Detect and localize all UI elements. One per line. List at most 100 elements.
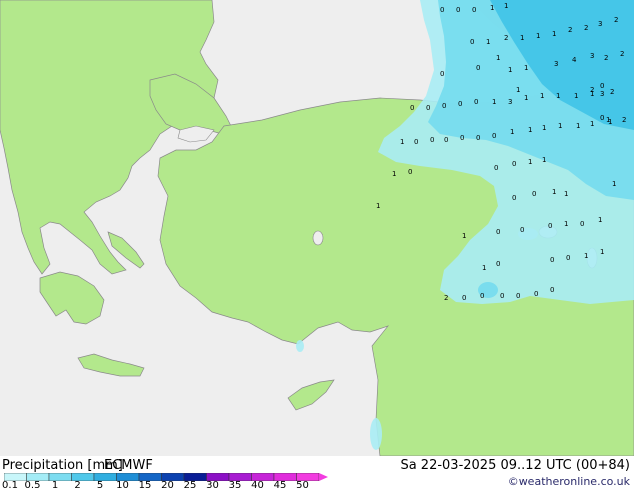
legend-footer: Precipitation [mm] ECMWF Sa 22-03-2025 0… bbox=[0, 456, 634, 491]
precip-value-label: 0 bbox=[444, 136, 448, 144]
precip-value-label: 1 bbox=[392, 170, 396, 178]
scale-tick-label: 1 bbox=[51, 480, 59, 491]
credit-link[interactable]: ©weatheronline.co.uk bbox=[508, 475, 630, 488]
precip-value-label: 0 bbox=[550, 286, 554, 294]
scale-tick-label: 0.1 bbox=[2, 480, 18, 491]
precip-value-label: 0 bbox=[512, 194, 516, 202]
precip-value-label: 1 bbox=[400, 138, 404, 146]
precip-value-label: 2 bbox=[584, 24, 588, 32]
model-name: ECMWF bbox=[104, 458, 153, 473]
precip-value-label: 0 bbox=[460, 134, 464, 142]
precip-value-label: 1 bbox=[536, 32, 540, 40]
precip-value-label: 0 bbox=[456, 6, 460, 14]
scale-tick-label: 0.5 bbox=[24, 480, 41, 491]
precip-value-label: 1 bbox=[576, 122, 580, 130]
scale-arrow bbox=[319, 473, 328, 481]
precip-value-label: 1 bbox=[584, 252, 588, 260]
precip-value-label: 2 bbox=[444, 294, 448, 302]
precip-value-label: 0 bbox=[496, 228, 500, 236]
precip-value-label: 0 bbox=[548, 222, 552, 230]
precip-value-label: 0 bbox=[408, 168, 412, 176]
precip-value-label: 1 bbox=[574, 92, 578, 100]
precip-value-label: 1 bbox=[564, 190, 568, 198]
precip-value-label: 0 bbox=[470, 38, 474, 46]
precip-value-label: 0 bbox=[496, 260, 500, 268]
precip-value-label: 2 bbox=[622, 116, 626, 124]
precip-value-label: 2 bbox=[610, 88, 614, 96]
precip-value-label: 1 bbox=[496, 54, 500, 62]
scale-tick-label: 10 bbox=[116, 480, 129, 491]
valid-datetime: Sa 22-03-2025 09..12 UTC (00+84) bbox=[400, 458, 630, 473]
precip-value-label: 0 bbox=[462, 294, 466, 302]
precip-value-label: 1 bbox=[552, 30, 556, 38]
precip-value-label: 1 bbox=[564, 220, 568, 228]
precip-value-label: 0 bbox=[566, 254, 570, 262]
precip-value-label: 0 bbox=[442, 102, 446, 110]
precip-value-label: 1 bbox=[524, 94, 528, 102]
precip-value-label: 0 bbox=[580, 220, 584, 228]
precip-value-label: 1 bbox=[556, 92, 560, 100]
precip-patch bbox=[296, 340, 304, 352]
precip-value-label: 0 bbox=[520, 226, 524, 234]
precip-value-label: 1 bbox=[558, 122, 562, 130]
precip-value-label: 0 bbox=[426, 104, 430, 112]
precip-value-label: 1 bbox=[508, 66, 512, 74]
precip-value-label: 0 bbox=[600, 114, 604, 122]
precip-value-label: 1 bbox=[542, 124, 546, 132]
precip-value-label: 4 bbox=[572, 56, 577, 64]
precip-value-label: 1 bbox=[608, 118, 612, 126]
precip-value-label: 0 bbox=[0, 0, 4, 2]
precip-value-label: 0 bbox=[500, 292, 504, 300]
precip-value-label: 0 bbox=[472, 6, 476, 14]
scale-tick-label: 5 bbox=[96, 480, 104, 491]
precip-value-label: 0 bbox=[430, 136, 434, 144]
precip-value-label: 1 bbox=[510, 128, 514, 136]
precip-value-label: 3 bbox=[508, 98, 512, 106]
precip-value-label: 1 bbox=[540, 92, 544, 100]
precip-value-label: 0 bbox=[494, 164, 498, 172]
precip-value-label: 2 bbox=[568, 26, 572, 34]
precip-value-label: 1 bbox=[528, 126, 532, 134]
scale-tick-label: 20 bbox=[161, 480, 174, 491]
precip-value-label: 1 bbox=[462, 232, 466, 240]
precip-value-label: 0 bbox=[532, 190, 536, 198]
precip-value-label: 1 bbox=[492, 98, 496, 106]
scale-tick-label: 50 bbox=[296, 480, 309, 491]
precip-value-label: 1 bbox=[482, 264, 486, 272]
precip-value-label: 0 bbox=[476, 64, 480, 72]
precip-value-label: 3 bbox=[554, 60, 558, 68]
precip-value-label: 1 bbox=[598, 216, 602, 224]
scale-tick-label: 25 bbox=[183, 480, 197, 491]
precip-value-label: 0 bbox=[476, 134, 480, 142]
scale-tick-label: 15 bbox=[138, 480, 152, 491]
precip-value-label: 1 bbox=[590, 120, 594, 128]
scale-tick-label: 30 bbox=[206, 480, 219, 491]
precip-value-label: 1 bbox=[528, 158, 532, 166]
precip-value-label: 1 bbox=[504, 2, 508, 10]
precip-value-label: 0 bbox=[440, 6, 444, 14]
precip-value-label: 1 bbox=[376, 202, 380, 210]
precip-value-label: 1 bbox=[552, 188, 556, 196]
scale-tick-label: 40 bbox=[251, 480, 264, 491]
lake-tuz bbox=[312, 230, 324, 246]
precip-value-label: 1 bbox=[486, 38, 490, 46]
precip-value-label: 1 bbox=[516, 86, 520, 94]
precip-value-label: 0 bbox=[458, 100, 462, 108]
precip-value-label: 0 bbox=[534, 290, 538, 298]
precip-value-label: 0 bbox=[480, 292, 484, 300]
precip-value-label: 0 bbox=[516, 292, 520, 300]
precip-value-label: 0 bbox=[474, 98, 478, 106]
precip-patch bbox=[370, 418, 382, 450]
precip-value-label: 1 bbox=[524, 64, 528, 72]
precip-value-label: 1 bbox=[600, 248, 604, 256]
precip-value-label: 0 bbox=[492, 132, 496, 140]
scale-tick-label: 35 bbox=[228, 480, 242, 491]
precip-value-label: 2 bbox=[504, 34, 508, 42]
precip-value-label: 2 bbox=[620, 50, 624, 58]
precip-value-label: 0 bbox=[410, 104, 414, 112]
precip-value-label: 0 bbox=[600, 82, 604, 90]
precip-value-label: 0 bbox=[440, 70, 444, 78]
scale-tick-label: 45 bbox=[273, 480, 287, 491]
precip-value-label: 1 bbox=[590, 90, 594, 98]
weather-map: 0001101211122320113432201132200000131111… bbox=[0, 0, 634, 456]
